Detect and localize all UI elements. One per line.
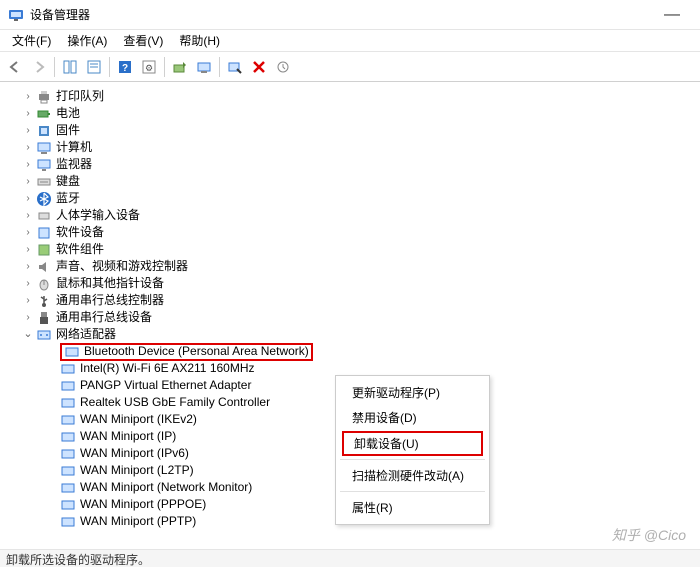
network-icon xyxy=(36,327,52,343)
hid-icon xyxy=(36,208,52,224)
tree-item-software-devices[interactable]: 软件设备 xyxy=(8,224,700,241)
help-button[interactable]: ? xyxy=(114,56,136,78)
menu-properties[interactable]: 属性(R) xyxy=(338,495,487,520)
selection-highlight: Bluetooth Device (Personal Area Network) xyxy=(60,343,313,361)
usb-icon xyxy=(36,293,52,309)
more-options-button[interactable] xyxy=(272,56,294,78)
tree-item-mice[interactable]: 鼠标和其他指针设备 xyxy=(8,275,700,292)
update-driver-button[interactable] xyxy=(169,56,191,78)
tree-item-keyboards[interactable]: 键盘 xyxy=(8,173,700,190)
svg-text:⚙: ⚙ xyxy=(145,63,153,73)
action-button[interactable]: ⚙ xyxy=(138,56,160,78)
menu-scan-hardware[interactable]: 扫描检测硬件改动(A) xyxy=(338,463,487,488)
menu-help[interactable]: 帮助(H) xyxy=(171,30,228,51)
disable-device-button[interactable] xyxy=(224,56,246,78)
computer-icon xyxy=(36,140,52,156)
network-adapter-icon xyxy=(60,480,76,496)
software-device-icon xyxy=(36,225,52,241)
menu-disable-device[interactable]: 禁用设备(D) xyxy=(338,405,487,430)
tree-item-firmware[interactable]: 固件 xyxy=(8,122,700,139)
menu-file[interactable]: 文件(F) xyxy=(4,30,59,51)
menubar: 文件(F) 操作(A) 查看(V) 帮助(H) xyxy=(0,30,700,52)
battery-icon xyxy=(36,106,52,122)
printer-icon xyxy=(36,89,52,105)
network-adapter-icon xyxy=(64,344,80,360)
back-button[interactable] xyxy=(4,56,26,78)
tree-item-bt-device[interactable]: Bluetooth Device (Personal Area Network) xyxy=(8,343,700,360)
forward-button[interactable] xyxy=(28,56,50,78)
network-adapter-icon xyxy=(60,429,76,445)
network-adapter-icon xyxy=(60,395,76,411)
firmware-icon xyxy=(36,123,52,139)
monitor-icon xyxy=(36,157,52,173)
menu-separator xyxy=(340,459,485,460)
keyboard-icon xyxy=(36,174,52,190)
network-adapter-icon xyxy=(60,497,76,513)
bluetooth-icon xyxy=(36,191,52,207)
properties-button[interactable] xyxy=(83,56,105,78)
network-adapter-icon xyxy=(60,446,76,462)
app-icon xyxy=(8,7,24,23)
menu-view[interactable]: 查看(V) xyxy=(115,30,171,51)
statusbar: 卸载所选设备的驱动程序。 xyxy=(0,549,700,567)
tree-item-audio[interactable]: 声音、视频和游戏控制器 xyxy=(8,258,700,275)
usb-device-icon xyxy=(36,310,52,326)
tree-item-network-adapters[interactable]: 网络适配器 xyxy=(8,326,700,343)
software-component-icon xyxy=(36,242,52,258)
svg-text:?: ? xyxy=(122,63,128,74)
network-adapter-icon xyxy=(60,463,76,479)
network-adapter-icon xyxy=(60,378,76,394)
tree-item-hid[interactable]: 人体学输入设备 xyxy=(8,207,700,224)
tree-item-monitors[interactable]: 监视器 xyxy=(8,156,700,173)
tree-item-software-components[interactable]: 软件组件 xyxy=(8,241,700,258)
tree-item-computer[interactable]: 计算机 xyxy=(8,139,700,156)
tree-item-batteries[interactable]: 电池 xyxy=(8,105,700,122)
show-hide-tree-button[interactable] xyxy=(59,56,81,78)
tree-item-usb-controllers[interactable]: 通用串行总线控制器 xyxy=(8,292,700,309)
tree-item-bluetooth[interactable]: 蓝牙 xyxy=(8,190,700,207)
network-adapter-icon xyxy=(60,514,76,530)
menu-uninstall-device[interactable]: 卸载设备(U) xyxy=(342,431,483,456)
menu-update-driver[interactable]: 更新驱动程序(P) xyxy=(338,380,487,405)
mouse-icon xyxy=(36,276,52,292)
uninstall-device-button[interactable] xyxy=(248,56,270,78)
context-menu: 更新驱动程序(P) 禁用设备(D) 卸载设备(U) 扫描检测硬件改动(A) 属性… xyxy=(335,375,490,525)
toolbar: ? ⚙ xyxy=(0,52,700,82)
tree-item-usb-devices[interactable]: 通用串行总线设备 xyxy=(8,309,700,326)
audio-icon xyxy=(36,259,52,275)
scan-hardware-button[interactable] xyxy=(193,56,215,78)
menu-separator xyxy=(340,491,485,492)
tree-item-print-queues[interactable]: 打印队列 xyxy=(8,88,700,105)
titlebar: 设备管理器 — xyxy=(0,0,700,30)
window-title: 设备管理器 xyxy=(30,6,652,23)
watermark: 知乎 @Cico xyxy=(612,525,686,545)
minimize-button[interactable]: — xyxy=(652,6,692,24)
menu-action[interactable]: 操作(A) xyxy=(59,30,115,51)
network-adapter-icon xyxy=(60,361,76,377)
network-adapter-icon xyxy=(60,412,76,428)
